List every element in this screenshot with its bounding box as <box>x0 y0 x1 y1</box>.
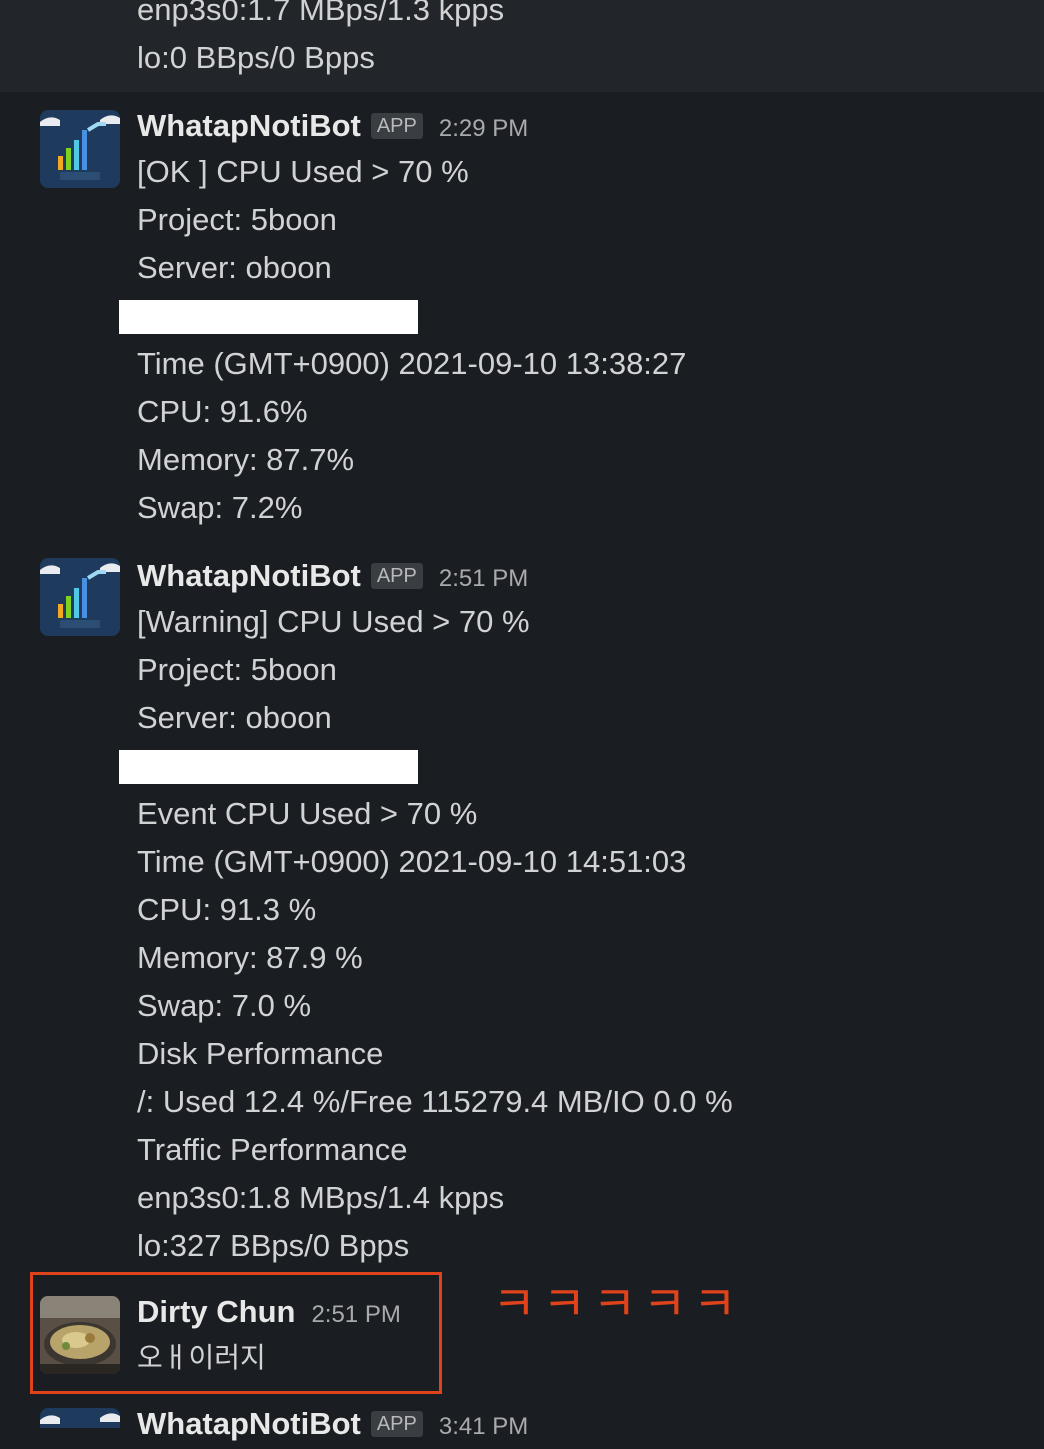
message-line: Memory: 87.7% <box>137 442 355 477</box>
whatap-bot-avatar[interactable] <box>40 1408 120 1428</box>
whatap-chart-icon <box>40 1408 120 1428</box>
sender-name[interactable]: WhatapNotiBot <box>137 104 361 148</box>
message-line: Project: 5boon <box>137 652 337 687</box>
message-line: Disk Performance <box>137 1036 384 1071</box>
message-line: enp3s0:1.7 MBps/1.3 kpps <box>137 0 505 27</box>
message-line: Server: oboon <box>137 700 332 735</box>
message-line: Swap: 7.2% <box>137 490 303 525</box>
app-badge: APP <box>370 563 423 589</box>
message-line: /: Used 12.4 %/Free 115279.4 MB/IO 0.0 % <box>137 1084 733 1119</box>
message-line: Server: oboon <box>137 250 332 285</box>
message-line: Traffic Performance <box>137 1132 408 1167</box>
message-line: Project: 5boon <box>137 202 337 237</box>
redaction-bar <box>119 300 418 334</box>
message-line: lo:327 BBps/0 Bpps <box>137 1228 410 1263</box>
message-line: Swap: 7.0 % <box>137 988 312 1023</box>
annotation-text: ㅋㅋㅋㅋㅋ <box>492 1276 743 1332</box>
sender-name[interactable]: WhatapNotiBot <box>137 554 361 598</box>
message-line: [OK ] CPU Used > 70 % <box>137 154 469 189</box>
message-timestamp[interactable]: 2:29 PM <box>439 107 528 151</box>
whatap-chart-icon <box>40 110 120 188</box>
message-timestamp[interactable]: 3:41 PM <box>439 1405 528 1449</box>
message-line: Time (GMT+0900) 2021-09-10 14:51:03 <box>137 844 687 879</box>
redaction-bar <box>119 750 418 784</box>
message-line: lo:0 BBps/0 Bpps <box>137 40 375 75</box>
whatap-bot-avatar[interactable] <box>40 558 120 636</box>
message-line: [Warning] CPU Used > 70 % <box>137 604 530 639</box>
message-timestamp[interactable]: 2:51 PM <box>439 557 528 601</box>
message-line: Time (GMT+0900) 2021-09-10 13:38:27 <box>137 346 687 381</box>
whatap-bot-avatar[interactable] <box>40 110 120 188</box>
message-line: Memory: 87.9 % <box>137 940 363 975</box>
message-line: CPU: 91.6% <box>137 394 308 429</box>
app-badge: APP <box>370 113 423 139</box>
message-line: enp3s0:1.8 MBps/1.4 kpps <box>137 1180 505 1215</box>
sender-name[interactable]: WhatapNotiBot <box>137 1402 361 1446</box>
message-line: CPU: 91.3 % <box>137 892 317 927</box>
app-badge: APP <box>370 1411 423 1437</box>
message-line: Event CPU Used > 70 % <box>137 796 478 831</box>
previous-message-tail: enp3s0:1.7 MBps/1.3 kpps lo:0 BBps/0 Bpp… <box>0 0 1044 92</box>
whatap-chart-icon <box>40 558 120 636</box>
annotation-highlight-box <box>30 1272 442 1394</box>
